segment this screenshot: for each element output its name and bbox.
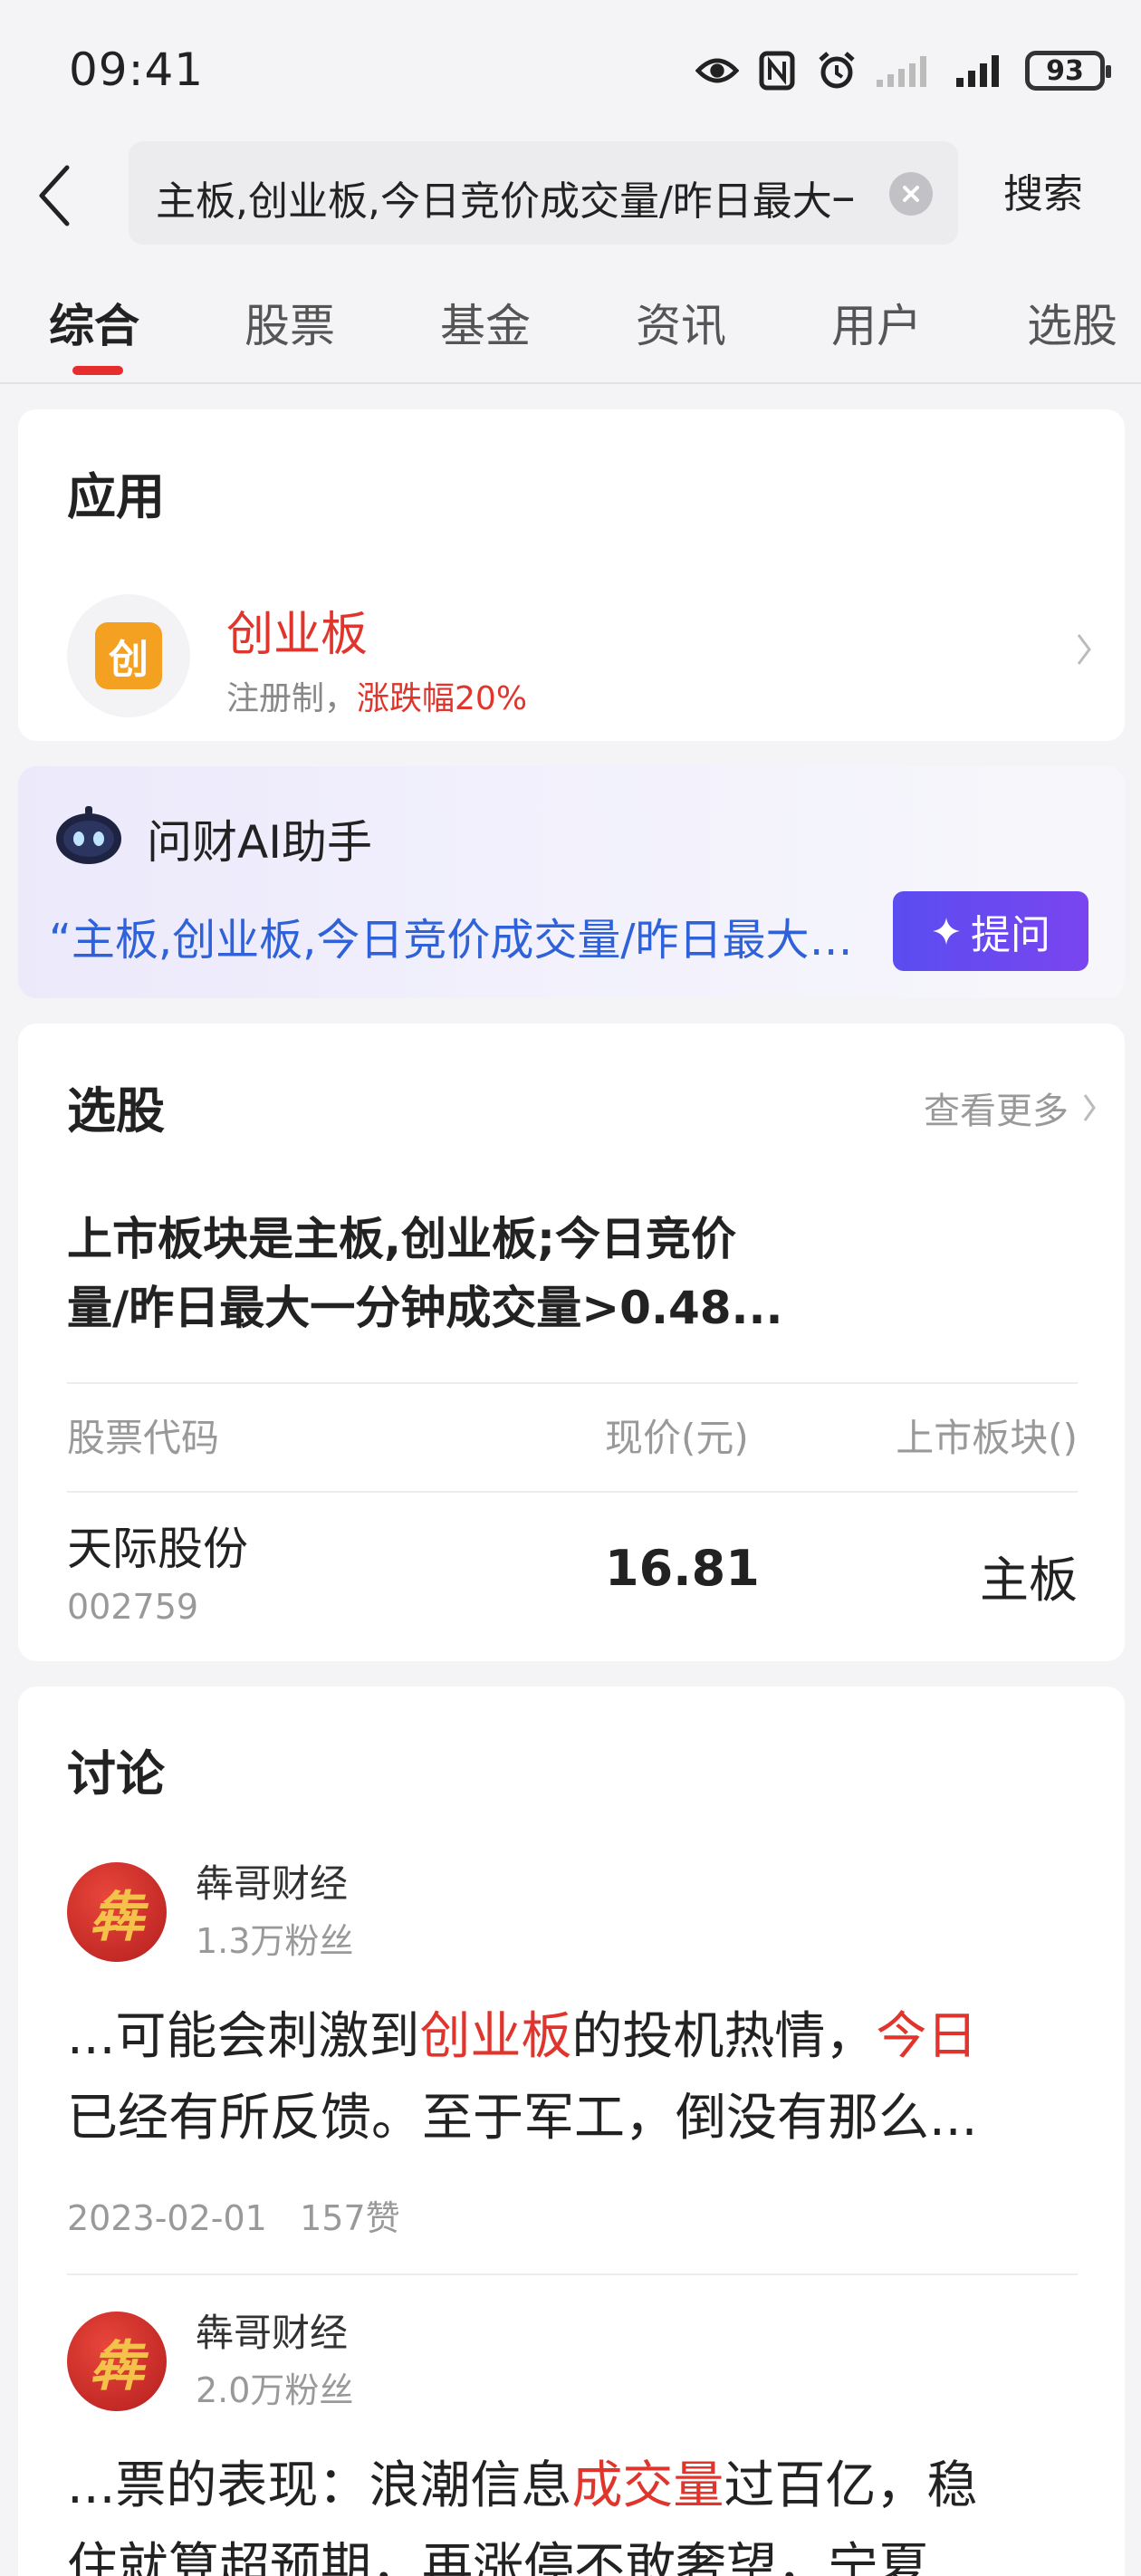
avatar[interactable]: 犇 [67, 2312, 167, 2411]
divider [67, 1382, 1078, 1384]
tab-stocks[interactable]: 股票 [244, 290, 335, 355]
post-text: ...票的表现：浪潮信息 [67, 2456, 572, 2515]
ai-assistant-title: 问财AI助手 [147, 816, 372, 869]
ai-suggested-query[interactable]: “主板,创业板,今日竞价成交量/昨日最大一分钟成交量>0.48” [49, 904, 873, 967]
post-highlight: 今日 [876, 2007, 978, 2066]
post-likes: 157赞 [300, 2198, 400, 2238]
post-body: ...可能会刺激到创业板的投机热情，今日 已经有所反馈。至于军工，倒没有那么..… [67, 1996, 1078, 2159]
avatar[interactable]: 犇 [67, 1862, 167, 1962]
screen-condition-line2: 量/昨日最大一分钟成交量>0.48... [67, 1282, 783, 1334]
post-body-line2: 住就算超预期，再涨停不敢奢望，宁夏 [67, 2538, 929, 2576]
stock-board: 主板 [980, 1552, 1078, 1609]
search-input[interactable]: 主板,创业板,今日竞价成交量/昨日最大一分钟成交量>0.48 [129, 141, 958, 245]
app-item-subtitle: 注册制，涨跌幅20% [226, 672, 527, 719]
stock-screen-title: 选股 [67, 1082, 165, 1139]
nfc-icon [755, 49, 799, 92]
close-icon [903, 186, 919, 202]
search-header: 主板,创业板,今日竞价成交量/昨日最大一分钟成交量>0.48 搜索 [0, 136, 1141, 254]
stock-screen-card: 选股 查看更多 上市板块是主板,创业板;今日竞价 量/昨日最大一分钟成交量>0.… [18, 1024, 1125, 1661]
signal-strong-icon [954, 49, 1009, 92]
signal-weak-icon [875, 49, 938, 92]
app-item-name[interactable]: 创业板 [226, 596, 368, 664]
tab-all[interactable]: 综合 [49, 290, 139, 355]
ai-ask-button[interactable]: 提问 [893, 891, 1088, 971]
post-highlight: 创业板 [419, 2007, 572, 2066]
screen-condition[interactable]: 上市板块是主板,创业板;今日竞价 量/昨日最大一分钟成交量>0.48... [67, 1205, 1045, 1342]
search-button[interactable]: 搜索 [1003, 161, 1083, 219]
chinext-app-icon: 创 [95, 622, 162, 689]
back-button[interactable] [27, 161, 82, 230]
see-more-label: 查看更多 [924, 1091, 1069, 1132]
screen-condition-line1: 上市板块是主板,创业板;今日竞价 [67, 1213, 736, 1265]
stock-code: 002759 [67, 1587, 199, 1627]
column-header-price: 现价(元) [605, 1416, 749, 1460]
see-more-link[interactable]: 查看更多 [924, 1081, 1098, 1134]
post-author[interactable]: 犇哥财经 [196, 1853, 348, 1908]
column-header-board: 上市板块() [896, 1416, 1078, 1460]
column-header-code: 股票代码 [67, 1416, 220, 1460]
chevron-right-icon[interactable] [1070, 627, 1098, 672]
tab-users[interactable]: 用户 [831, 290, 922, 355]
ai-ask-button-label: 提问 [971, 912, 1050, 958]
post-date: 2023-02-01 [67, 2198, 267, 2238]
divider [67, 2273, 1078, 2275]
back-arrow-icon [39, 165, 70, 226]
post-highlight: 成交量 [571, 2456, 724, 2515]
status-bar: 09:41 93 [0, 0, 1141, 136]
status-icons: 93 [695, 45, 1111, 96]
tab-funds[interactable]: 基金 [440, 290, 531, 355]
app-subtitle-highlight: 涨跌幅20% [357, 680, 528, 717]
stock-price: 16.81 [605, 1540, 760, 1597]
app-section-title: 应用 [67, 468, 165, 525]
ai-robot-icon [53, 803, 125, 868]
category-tabs: 综合 股票 基金 资讯 用户 选股 [0, 272, 1141, 384]
stock-name: 天际股份 [67, 1523, 248, 1575]
tab-stock-picker[interactable]: 选股 [1027, 290, 1117, 355]
post-body-line2: 已经有所反馈。至于军工，倒没有那么... [67, 2089, 978, 2148]
sparkle-icon [933, 918, 960, 945]
ai-assistant-card[interactable]: 问财AI助手 “主板,创业板,今日竞价成交量/昨日最大一分钟成交量>0.48” … [18, 766, 1125, 998]
post-text: ...可能会刺激到 [67, 2007, 420, 2066]
battery-indicator: 93 [1025, 51, 1111, 91]
post-body-line1: ...可能会刺激到创业板的投机热情，今日 [67, 1996, 1078, 2078]
chevron-right-icon [1083, 1094, 1096, 1121]
discussion-card: 讨论 犇 犇哥财经 1.3万粉丝 ...可能会刺激到创业板的投机热情，今日 已经… [18, 1687, 1125, 2576]
discussion-title: 讨论 [67, 1745, 165, 1802]
divider [67, 1491, 1078, 1493]
eye-icon [695, 49, 739, 92]
app-item-icon-wrap[interactable]: 创 [67, 594, 190, 717]
clear-search-button[interactable] [889, 172, 933, 216]
post-fans: 1.3万粉丝 [196, 1921, 354, 1961]
post-meta: 2023-02-01 157赞 [67, 2190, 400, 2240]
tab-news[interactable]: 资讯 [636, 290, 726, 355]
post-author[interactable]: 犇哥财经 [196, 2302, 348, 2358]
status-time: 09:41 [69, 43, 205, 96]
active-tab-indicator [72, 366, 123, 375]
app-subtitle-prefix: 注册制， [226, 680, 358, 717]
alarm-icon [815, 49, 858, 92]
post-body: ...票的表现：浪潮信息成交量过百亿，稳 住就算超预期，再涨停不敢奢望，宁夏 [67, 2446, 1078, 2576]
post-text: 过百亿，稳 [724, 2456, 978, 2515]
app-section-card: 应用 创 创业板 注册制，涨跌幅20% [18, 409, 1125, 741]
post-body-line1: ...票的表现：浪潮信息成交量过百亿，稳 [67, 2446, 1078, 2527]
post-text: 的投机热情， [571, 2007, 877, 2066]
post-fans: 2.0万粉丝 [196, 2370, 354, 2410]
search-query-text[interactable]: 主板,创业板,今日竞价成交量/昨日最大一分钟成交量>0.48 [156, 168, 853, 226]
